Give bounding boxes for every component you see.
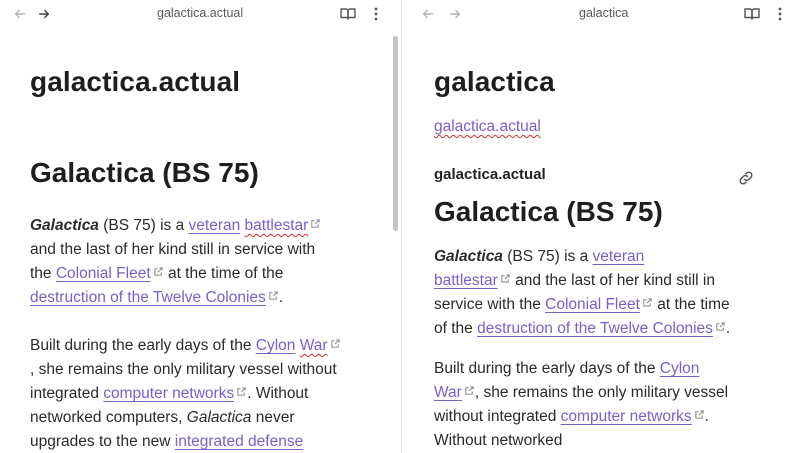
more-options-button[interactable] [774,5,786,23]
ship-name: Galactica [434,248,503,265]
link-battlestar[interactable]: battlestar [245,217,309,234]
external-link-icon [715,321,726,332]
external-link-icon [694,409,705,420]
more-vertical-icon [374,7,378,21]
more-options-button[interactable] [370,5,382,23]
ship-name: Galactica [30,217,99,234]
book-open-icon [340,8,356,20]
embed-title: galactica.actual [434,166,546,183]
right-tab-header: galactica [402,0,799,28]
link-computer-networks[interactable]: computer networks [561,408,692,425]
open-link-button[interactable] [737,169,755,187]
intro-paragraph: Galactica (BS 75) is a veteran battlesta… [30,214,321,310]
forward-button[interactable] [35,5,53,23]
intro-paragraph: Galactica (BS 75) is a veteran battlesta… [434,248,731,337]
external-link-icon [310,218,321,229]
link-destruction[interactable]: destruction of the Twelve Colonies [30,289,266,306]
external-link-icon [153,266,164,277]
arrow-left-icon [422,9,434,19]
link-veteran[interactable]: veteran [189,217,241,234]
reading-view-button[interactable] [743,5,761,23]
link-colonial-fleet[interactable]: Colonial Fleet [545,296,640,313]
article-heading: Galactica (BS 75) [434,196,663,227]
article-heading: Galactica (BS 75) [30,157,259,188]
backlink[interactable]: galactica.actual [434,118,541,136]
tab-title: galactica [579,6,629,20]
link-war[interactable]: War [434,384,462,401]
link-battlestar[interactable]: battlestar [434,272,498,289]
link-war[interactable]: War [300,337,328,354]
back-button[interactable] [11,5,29,23]
link-colonial-fleet[interactable]: Colonial Fleet [56,265,151,282]
left-scrollbar-thumb[interactable] [393,36,398,231]
left-tab-header: galactica.actual [0,0,401,28]
external-link-icon [330,338,341,349]
arrow-left-icon [14,9,26,19]
arrow-right-icon [449,9,461,19]
link-veteran[interactable]: veteran [593,248,645,265]
link-integrated-defense[interactable]: integrated defense [175,433,303,450]
history-paragraph: Built during the early days of the Cylon… [30,334,341,453]
link-galactica-actual[interactable]: galactica.actual [434,118,541,135]
history-paragraph: Built during the early days of the Cylon… [434,360,729,449]
external-link-icon [268,290,279,301]
arrow-right-icon [38,9,50,19]
back-button[interactable] [419,5,437,23]
external-link-icon [236,386,247,397]
page-title: galactica.actual [30,66,241,97]
reading-view-button[interactable] [339,5,357,23]
more-vertical-icon [778,7,782,21]
page-title: galactica [434,66,555,97]
tab-title: galactica.actual [157,6,244,20]
link-cylon[interactable]: Cylon [660,360,700,377]
external-link-icon [500,273,511,284]
link-destruction[interactable]: destruction of the Twelve Colonies [477,320,713,337]
right-pane: galactica galactica galactica.actual gal… [402,0,799,453]
link-computer-networks[interactable]: computer networks [103,385,234,402]
link-cylon[interactable]: Cylon [256,337,296,354]
left-pane: galactica.actual galactica.actual Galact… [0,0,401,453]
external-link-icon [642,297,653,308]
forward-button[interactable] [446,5,464,23]
book-open-icon [744,8,760,20]
external-link-icon [464,385,475,396]
link-icon [739,171,753,185]
